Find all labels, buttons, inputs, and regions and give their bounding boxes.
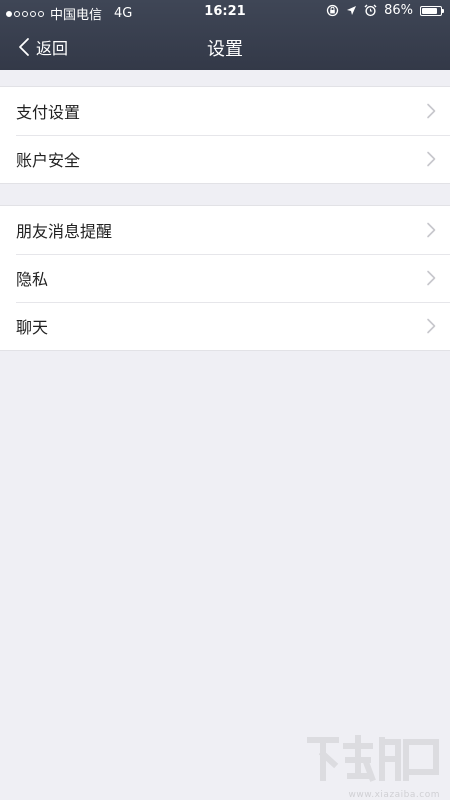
- orientation-lock-icon: [326, 4, 339, 17]
- settings-item-label: 隐私: [16, 270, 49, 289]
- watermark-url: www.xiazaiba.com: [348, 790, 440, 800]
- location-arrow-icon: [347, 6, 357, 15]
- header-bar: 中国电信 4G 16:21 86% 返回 设置: [0, 0, 450, 70]
- status-right: 86%: [326, 3, 444, 18]
- settings-item-chat[interactable]: 聊天: [0, 302, 450, 350]
- settings-item-label: 支付设置: [16, 103, 81, 122]
- chevron-right-icon: [427, 222, 436, 238]
- settings-item-account-security[interactable]: 账户安全: [0, 135, 450, 183]
- settings-item-friend-notifications[interactable]: 朋友消息提醒: [0, 206, 450, 254]
- navigation-bar: 返回 设置: [0, 24, 450, 70]
- settings-group-general: 朋友消息提醒 隐私 聊天: [0, 205, 450, 351]
- chevron-right-icon: [427, 270, 436, 286]
- watermark-logo: [307, 735, 439, 782]
- battery-percent: 86%: [384, 3, 413, 18]
- alarm-icon: [364, 4, 377, 17]
- settings-item-label: 账户安全: [16, 151, 81, 170]
- settings-item-privacy[interactable]: 隐私: [0, 254, 450, 302]
- settings-group-account: 支付设置 账户安全: [0, 86, 450, 184]
- status-bar: 中国电信 4G 16:21 86%: [0, 0, 450, 24]
- battery-icon: [420, 5, 444, 16]
- page-title: 设置: [207, 39, 243, 60]
- settings-item-label: 聊天: [16, 318, 49, 337]
- chevron-right-icon: [427, 103, 436, 119]
- settings-item-payment[interactable]: 支付设置: [0, 87, 450, 135]
- chevron-right-icon: [427, 151, 436, 167]
- settings-item-label: 朋友消息提醒: [16, 222, 113, 241]
- chevron-right-icon: [427, 318, 436, 334]
